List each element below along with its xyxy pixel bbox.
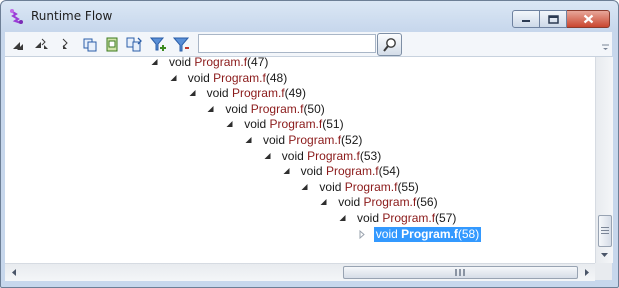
- search-icon: [382, 37, 396, 52]
- expanded-node-icon[interactable]: [339, 211, 347, 226]
- scroll-right-arrow-icon[interactable]: [578, 264, 595, 281]
- call-argument: (58): [457, 226, 480, 241]
- return-type: void: [187, 70, 210, 85]
- method-name: Program.f: [269, 117, 323, 132]
- toolbar-overflow-icon[interactable]: [601, 36, 610, 52]
- method-name: Program.f: [213, 70, 266, 85]
- method-signature: void Program.f(48): [188, 71, 287, 86]
- window-title: Runtime Flow: [31, 9, 113, 23]
- call-argument: (56): [416, 195, 438, 210]
- vertical-scrollbar[interactable]: [595, 57, 613, 263]
- method-signature: void Program.f(49): [207, 86, 306, 101]
- maximize-icon: [547, 14, 559, 24]
- call-argument: (54): [378, 164, 400, 179]
- expanded-node-icon[interactable]: [245, 133, 253, 148]
- expand-icon[interactable]: [33, 35, 51, 53]
- maximize-button[interactable]: [540, 10, 567, 28]
- search-button[interactable]: [377, 33, 402, 56]
- method-name: Program.f: [363, 195, 417, 210]
- step-icon[interactable]: [57, 35, 75, 53]
- method-signature: void Program.f(51): [244, 117, 343, 132]
- return-type: void: [300, 164, 323, 179]
- return-type: void: [338, 195, 361, 210]
- method-signature: void Program.f(50): [225, 102, 324, 117]
- toolbar: [5, 32, 612, 57]
- call-argument: (55): [397, 179, 419, 194]
- add-filter-icon[interactable]: [150, 35, 168, 53]
- expanded-node-icon[interactable]: [226, 117, 234, 132]
- return-type: void: [225, 101, 248, 116]
- call-argument: (47): [247, 57, 269, 69]
- paste-icon[interactable]: [103, 35, 121, 53]
- title-bar[interactable]: Runtime Flow: [1, 1, 618, 31]
- return-type: void: [357, 211, 380, 225]
- expanded-node-icon[interactable]: [301, 180, 309, 195]
- method-name: Program.f: [307, 148, 360, 163]
- scroll-left-arrow-icon[interactable]: [5, 264, 22, 281]
- app-icon: [9, 8, 25, 24]
- method-name: Program.f: [401, 226, 458, 241]
- collapse-all-icon[interactable]: [9, 35, 27, 53]
- runtime-flow-window: Runtime Flow void Program.f(47) void Pro…: [0, 0, 619, 288]
- method-name: Program.f: [250, 101, 304, 116]
- call-argument: (53): [359, 148, 382, 163]
- return-type: void: [169, 57, 192, 69]
- call-argument: (57): [435, 211, 457, 225]
- return-type: void: [319, 179, 342, 194]
- return-type: void: [206, 86, 229, 101]
- method-signature: void Program.f(54): [301, 164, 400, 179]
- scroll-down-arrow-icon[interactable]: [596, 246, 613, 263]
- method-name: Program.f: [288, 133, 342, 147]
- expanded-node-icon[interactable]: [283, 164, 291, 179]
- method-signature: void Program.f(47): [169, 57, 268, 70]
- return-type: void: [375, 226, 398, 241]
- call-argument: (50): [303, 101, 325, 116]
- method-name: Program.f: [382, 211, 436, 225]
- horizontal-scrollbar[interactable]: [5, 263, 595, 281]
- expanded-node-icon[interactable]: [320, 195, 328, 210]
- expanded-node-icon[interactable]: [189, 86, 197, 101]
- copy-icon[interactable]: [81, 35, 99, 53]
- call-argument: (49): [284, 86, 306, 101]
- expanded-node-icon[interactable]: [207, 102, 215, 117]
- method-name: Program.f: [231, 86, 285, 101]
- expanded-node-icon[interactable]: [170, 71, 178, 86]
- method-name: Program.f: [194, 57, 248, 69]
- call-argument: (52): [341, 133, 363, 147]
- return-type: void: [244, 117, 267, 132]
- scroll-corner: [595, 263, 612, 280]
- vertical-scroll-thumb[interactable]: [598, 215, 612, 247]
- method-signature: void Program.f(53): [282, 149, 381, 164]
- search-input[interactable]: [198, 34, 376, 53]
- refresh-icon[interactable]: [125, 35, 143, 53]
- call-argument: (48): [265, 70, 288, 85]
- call-tree[interactable]: void Program.f(47) void Program.f(48) void…: [5, 57, 595, 263]
- close-icon: [583, 14, 593, 24]
- method-signature: void Program.f(58): [373, 226, 482, 242]
- collapsed-node-icon[interactable]: [358, 227, 366, 242]
- method-signature: void Program.f(55): [319, 180, 418, 195]
- method-signature: void Program.f(56): [338, 195, 437, 210]
- call-argument: (51): [322, 117, 344, 132]
- minimize-icon: [522, 20, 530, 22]
- method-name: Program.f: [325, 164, 379, 179]
- horizontal-scroll-thumb[interactable]: [343, 266, 578, 279]
- method-signature: void Program.f(57): [357, 211, 456, 226]
- return-type: void: [263, 133, 286, 147]
- method-name: Program.f: [344, 179, 398, 194]
- expanded-node-icon[interactable]: [151, 57, 159, 70]
- filter-icon[interactable]: [173, 35, 191, 53]
- return-type: void: [281, 148, 304, 163]
- minimize-button[interactable]: [512, 10, 540, 28]
- expanded-node-icon[interactable]: [264, 149, 272, 164]
- method-signature: void Program.f(52): [263, 133, 362, 148]
- close-button[interactable]: [567, 10, 610, 28]
